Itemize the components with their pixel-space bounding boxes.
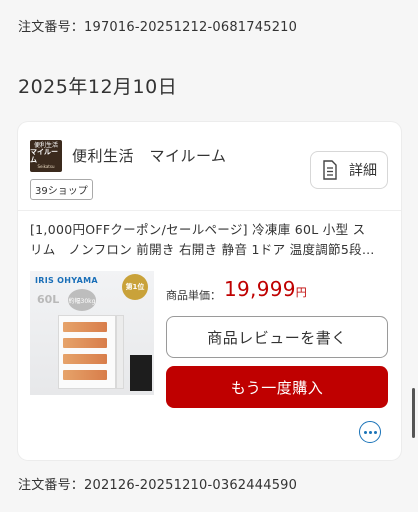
shop-badge: 39ショップ (30, 179, 93, 200)
freezer-illustration (58, 315, 116, 389)
detail-button-label: 詳細 (349, 163, 377, 179)
black-freezer-illustration (130, 355, 152, 391)
price-amount: 19,999 (224, 277, 296, 301)
product-image-weight-badge: 約幅30kg (68, 289, 96, 311)
price-value: 19,999円 (224, 277, 307, 301)
order-card: 便利生活 マイルーム Seikatsu 便利生活 マイルーム 39ショップ 詳細… (18, 122, 401, 460)
buy-again-button[interactable]: もう一度購入 (166, 366, 388, 408)
product-title-line1: [1,000円OFFクーポン/セールページ] 冷凍庫 60L 小型 ス (30, 222, 366, 237)
price-label: 商品単価： (166, 289, 221, 302)
scrollbar[interactable] (412, 388, 415, 438)
shop-name-link[interactable]: 便利生活 マイルーム (72, 145, 227, 166)
product-title-link[interactable]: [1,000円OFFクーポン/セールページ] 冷凍庫 60L 小型 ス リム ノ… (30, 220, 394, 260)
order-number-value: 197016-20251212-0681745210 (84, 20, 298, 35)
order-number-label: 注文番号： (18, 20, 85, 35)
document-list-icon (323, 160, 337, 180)
product-title-line2: リム ノンフロン 前開き 右開き 静音 1ドア 温度調節5段… (30, 242, 375, 257)
write-review-button[interactable]: 商品レビューを書く (166, 316, 388, 358)
product-image-rank-badge: 第1位 (122, 274, 148, 300)
order-number-top: 注文番号：197016-20251212-0681745210 (18, 16, 297, 35)
order-number-bottom: 注文番号：202126-20251210-0362444590 (18, 474, 297, 493)
product-image-capacity: 60L (37, 293, 60, 306)
shop-logo[interactable]: 便利生活 マイルーム Seikatsu (30, 140, 62, 172)
price-unit: 円 (295, 286, 308, 299)
shop-logo-line2: マイルーム (30, 148, 58, 165)
more-horizontal-icon[interactable] (359, 421, 381, 443)
order-number-label: 注文番号： (18, 478, 85, 493)
detail-button[interactable]: 詳細 (310, 151, 388, 189)
order-date-heading: 2025年12月10日 (18, 76, 178, 98)
product-image-brand: IRIS OHYAMA (35, 276, 98, 285)
product-image[interactable]: IRIS OHYAMA 60L 約幅30kg 第1位 (30, 271, 154, 395)
shop-logo-line3: Seikatsu (37, 163, 55, 169)
card-divider (18, 210, 401, 211)
freezer-door-illustration (116, 315, 124, 389)
order-number-value: 202126-20251210-0362444590 (84, 478, 298, 493)
